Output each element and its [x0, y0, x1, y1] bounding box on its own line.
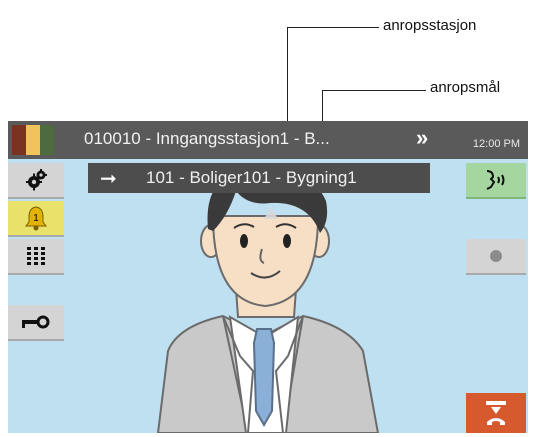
call-target-text: 101 - Boliger101 - Bygning1 [146, 168, 357, 187]
station-title: 010010 - Inngangsstasjon1 - B... [84, 129, 330, 148]
keypad-icon [27, 247, 45, 265]
video-screen: 010010 - Inngangsstasjon1 - B... » 12:00… [8, 121, 528, 433]
status-indicator [12, 125, 54, 155]
unlock-button[interactable] [8, 305, 64, 341]
call-info-bar: 010010 - Inngangsstasjon1 - B... » 12:00… [8, 121, 528, 159]
up-arrow-icon[interactable] [264, 207, 278, 219]
clock: 12:00 PM [472, 138, 520, 150]
gears-icon [26, 169, 47, 191]
hang-up-icon [486, 401, 506, 425]
callout-station-label: anropsstasjon [383, 17, 477, 34]
bell-badge: 1 [33, 213, 39, 224]
call-target-bar: ➞ 101 - Boliger101 - Bygning1 [88, 163, 430, 193]
keypad-button[interactable] [8, 239, 64, 275]
record-button[interactable] [466, 239, 526, 275]
hang-up-button[interactable] [466, 393, 526, 433]
bell-icon: 1 [25, 206, 47, 231]
notification-button[interactable]: 1 [8, 201, 64, 237]
callout-station-line-h [287, 27, 379, 28]
talk-button[interactable] [466, 163, 526, 199]
settings-button[interactable] [8, 163, 64, 199]
callout-target-line-h [322, 90, 426, 91]
record-icon [490, 250, 502, 262]
double-chevron-right-icon[interactable]: » [416, 125, 428, 151]
key-icon [22, 315, 50, 329]
forward-arrow-icon: ➞ [100, 168, 117, 190]
callout-target-label: anropsmål [430, 79, 501, 96]
talk-icon [486, 170, 505, 190]
